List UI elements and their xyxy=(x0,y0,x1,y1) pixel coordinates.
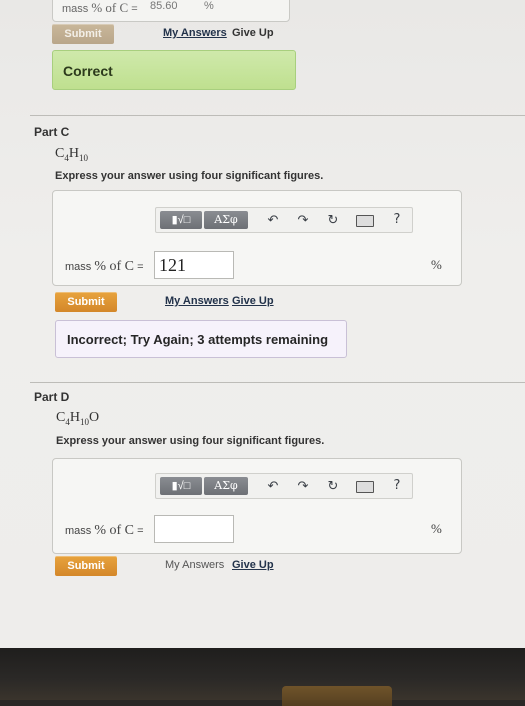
templates-button[interactable]: ▮√□ xyxy=(160,477,202,495)
help-icon[interactable]: ? xyxy=(388,477,406,495)
part-d-submit-button[interactable]: Submit xyxy=(55,556,117,576)
reset-icon[interactable]: ↻ xyxy=(324,211,342,229)
formula-h-sub: 10 xyxy=(78,152,88,163)
answer-label-prefix: mass xyxy=(65,525,92,537)
formula-c: C xyxy=(55,146,65,161)
help-icon[interactable]: ? xyxy=(388,211,406,229)
part-b-answer-label: mass % of C = xyxy=(62,0,138,16)
formula-h: H xyxy=(69,410,80,425)
part-d-instruction: Express your answer using four significa… xyxy=(56,435,325,447)
part-c-give-up-link[interactable]: Give Up xyxy=(232,295,274,307)
part-c-formula: C4H10 xyxy=(55,146,88,163)
part-d-math-toolbar: ▮√□ ΑΣφ ↶ ↷ ↻ ? xyxy=(155,473,413,499)
greek-symbols-button[interactable]: ΑΣφ xyxy=(204,477,248,495)
divider xyxy=(30,382,525,383)
part-c-instruction: Express your answer using four significa… xyxy=(55,170,324,182)
monitor-logo xyxy=(282,686,392,706)
part-b-unit: % xyxy=(204,0,214,12)
answer-label-eq: = xyxy=(137,525,144,537)
answer-label-prefix: mass xyxy=(65,261,92,273)
undo-icon[interactable]: ↶ xyxy=(264,477,282,495)
part-c-answer-label: mass % of C = xyxy=(65,259,144,275)
part-b-my-answers-link[interactable]: My Answers xyxy=(163,27,227,39)
part-c-answer-panel: ▮√□ ΑΣφ ↶ ↷ ↻ ? mass % of C = 121 % xyxy=(52,190,462,286)
part-d-answer-label: mass % of C = xyxy=(65,523,144,539)
part-d-answer-panel: ▮√□ ΑΣφ ↶ ↷ ↻ ? mass % of C = % xyxy=(52,458,462,554)
part-b-feedback-correct: Correct xyxy=(52,50,296,90)
part-d-unit: % xyxy=(431,521,442,536)
greek-symbols-button[interactable]: ΑΣφ xyxy=(204,211,248,229)
part-b-answer-value: 85.60 xyxy=(150,0,178,12)
answer-label-symbol: % of C xyxy=(94,523,135,538)
part-d-my-answers-link[interactable]: My Answers xyxy=(165,559,224,571)
part-d-answer-input[interactable] xyxy=(154,515,234,543)
part-c-title: Part C xyxy=(34,125,70,139)
part-c-math-toolbar: ▮√□ ΑΣφ ↶ ↷ ↻ ? xyxy=(155,207,413,233)
formula-h-sub: 10 xyxy=(79,416,89,427)
templates-button[interactable]: ▮√□ xyxy=(160,211,202,229)
part-c-feedback-incorrect: Incorrect; Try Again; 3 attempts remaini… xyxy=(55,320,347,358)
part-c-unit: % xyxy=(431,257,442,272)
reset-icon[interactable]: ↻ xyxy=(324,477,342,495)
answer-label-symbol: % of C xyxy=(94,259,135,274)
formula-h: H xyxy=(68,146,79,161)
formula-o: O xyxy=(88,410,100,425)
part-c-answer-input[interactable]: 121 xyxy=(154,251,234,279)
part-b-label-prefix: mass xyxy=(62,3,89,15)
browser-viewport: mass % of C = 85.60 % Submit My Answers … xyxy=(0,0,525,648)
part-d-title: Part D xyxy=(34,390,70,404)
monitor-bezel xyxy=(0,648,525,700)
part-b-label-symbol: % of C xyxy=(91,0,129,15)
keyboard-icon[interactable] xyxy=(356,215,374,227)
part-d-give-up-link[interactable]: Give Up xyxy=(232,559,274,571)
part-d-formula: C4H10O xyxy=(56,410,99,427)
part-b-submit-button[interactable]: Submit xyxy=(52,24,114,44)
redo-icon[interactable]: ↷ xyxy=(294,477,312,495)
answer-label-eq: = xyxy=(137,261,144,273)
part-c-submit-button[interactable]: Submit xyxy=(55,292,117,312)
formula-c: C xyxy=(56,410,66,425)
redo-icon[interactable]: ↷ xyxy=(294,211,312,229)
part-c-my-answers-link[interactable]: My Answers xyxy=(165,295,229,307)
divider xyxy=(30,115,525,116)
undo-icon[interactable]: ↶ xyxy=(264,211,282,229)
keyboard-icon[interactable] xyxy=(356,481,374,493)
part-b-give-up-link[interactable]: Give Up xyxy=(232,27,274,39)
part-b-label-eq: = xyxy=(131,3,138,15)
